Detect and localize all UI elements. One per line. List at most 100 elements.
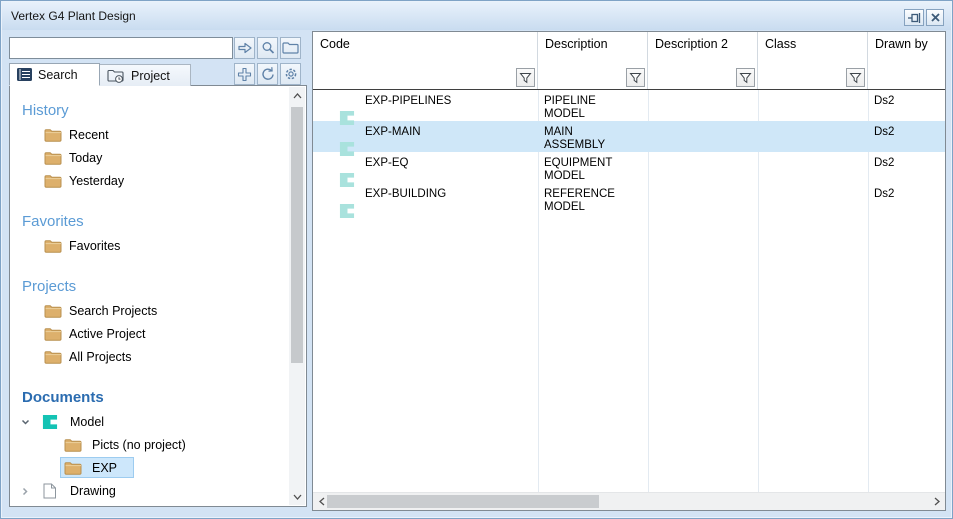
cell-class: [758, 152, 868, 183]
tree-item-favorites[interactable]: Favorites: [10, 235, 289, 258]
model-light-icon: [339, 141, 355, 157]
tree-item-exp[interactable]: EXP: [10, 457, 289, 480]
tree-item-picts-no-project-[interactable]: Picts (no project): [10, 434, 289, 457]
panel-tabs: SearchProject: [9, 63, 191, 86]
tree-item-search-projects[interactable]: Search Projects: [10, 300, 289, 323]
pin-icon: [907, 12, 921, 24]
folder-icon: [64, 460, 82, 475]
table-row[interactable]: EXP-PIPELINES PIPELINE MODEL Ds2: [313, 90, 945, 121]
cell-class: [758, 90, 868, 121]
filter-icon: [519, 72, 532, 84]
folder-icon: [44, 326, 62, 341]
table-row[interactable]: EXP-EQEQUIPMENT MODELDs2: [313, 152, 945, 183]
column-label: Drawn by: [875, 37, 928, 51]
tree-item-drawing[interactable]: Drawing: [10, 480, 289, 503]
go-button[interactable]: [234, 37, 255, 59]
tree-item-label: Picts (no project): [92, 438, 186, 452]
tree-section-favorites: FavoritesFavorites: [10, 211, 289, 258]
folder-icon: [64, 437, 82, 452]
filter-button[interactable]: [516, 68, 535, 87]
table-row[interactable]: EXP-MAINMAIN ASSEMBLYDs2: [313, 121, 945, 152]
cell-drawn-by: Ds2: [868, 121, 945, 152]
cell-description-2: [648, 152, 758, 183]
model-icon: [42, 414, 58, 430]
tree-section-documents: Documents Model Picts (no project) EXP Drawi…: [10, 387, 289, 503]
folder-icon: [44, 303, 62, 318]
section-header: Documents: [10, 387, 289, 411]
scrollbar-thumb[interactable]: [327, 495, 599, 508]
filter-button[interactable]: [846, 68, 865, 87]
filter-button[interactable]: [736, 68, 755, 87]
column-label: Code: [320, 37, 350, 51]
column-header-description-2[interactable]: Description 2: [648, 32, 758, 89]
tree-item-label: EXP: [92, 461, 117, 475]
filter-button[interactable]: [626, 68, 645, 87]
cell-code: EXP-EQ: [365, 157, 408, 169]
table-header: Code Description Description 2 Class Drawn b…: [313, 32, 945, 90]
tree-item-label: Recent: [69, 128, 109, 142]
cell-code: EXP-MAIN: [365, 126, 421, 138]
open-folder-button[interactable]: [280, 37, 301, 59]
table-horizontal-scrollbar[interactable]: [313, 492, 945, 510]
close-window-button[interactable]: [926, 9, 944, 26]
column-label: Description 2: [655, 37, 728, 51]
tree-item-label: All Projects: [69, 350, 132, 364]
cell-drawn-by: Ds2: [868, 152, 945, 183]
tree-item-label: Search Projects: [69, 304, 157, 318]
cell-description-2: [648, 90, 758, 121]
column-header-class[interactable]: Class: [758, 32, 868, 89]
tree-section-projects: Projects Search Projects Active Project All…: [10, 276, 289, 369]
filter-icon: [629, 72, 642, 84]
filter-icon: [739, 72, 752, 84]
cell-code: EXP-PIPELINES: [365, 95, 451, 107]
tree-item-today[interactable]: Today: [10, 147, 289, 170]
tree-item-active-project[interactable]: Active Project: [10, 323, 289, 346]
tab-project[interactable]: Project: [100, 64, 191, 86]
search-button[interactable]: [257, 37, 278, 59]
cell-code: EXP-BUILDING: [365, 188, 446, 200]
scroll-up-icon[interactable]: [289, 87, 305, 104]
navigation-panel: SearchProject History Recent Today Yesterda…: [7, 31, 309, 509]
scroll-down-icon[interactable]: [289, 488, 305, 505]
column-header-description[interactable]: Description: [538, 32, 648, 89]
column-header-drawn-by[interactable]: Drawn by: [868, 32, 945, 89]
settings-button[interactable]: [280, 63, 301, 85]
tree-item-label: Today: [69, 151, 102, 165]
section-header: Projects: [10, 276, 289, 300]
drawing-icon: [42, 483, 57, 499]
tab-search[interactable]: Search: [9, 63, 100, 86]
tree-item-all-projects[interactable]: All Projects: [10, 346, 289, 369]
close-icon: [930, 12, 941, 23]
cell-drawn-by: Ds2: [868, 183, 945, 214]
scrollbar-thumb[interactable]: [291, 107, 303, 363]
add-button[interactable]: [234, 63, 255, 85]
settings-icon: [283, 66, 299, 82]
navigation-tree: History Recent Today Yesterday FavoritesFavo…: [9, 85, 307, 507]
cell-class: [758, 121, 868, 152]
tree-item-label: Model: [70, 415, 104, 429]
column-label: Class: [765, 37, 796, 51]
tree-item-label: Yesterday: [69, 174, 124, 188]
scroll-right-icon[interactable]: [928, 493, 945, 510]
cell-description: PIPELINE MODEL: [538, 90, 648, 121]
section-header: History: [10, 100, 289, 124]
pin-window-button[interactable]: [904, 9, 924, 26]
tree-item-yesterday[interactable]: Yesterday: [10, 170, 289, 193]
tree-vertical-scrollbar[interactable]: [289, 87, 305, 505]
refresh-button[interactable]: [257, 63, 278, 85]
chevron-down-icon[interactable]: [20, 417, 31, 427]
tree-item-model[interactable]: Model: [10, 411, 289, 434]
folder-icon: [44, 349, 62, 364]
column-header-code[interactable]: Code: [313, 32, 538, 89]
add-icon: [237, 67, 252, 82]
cell-drawn-by: Ds2: [868, 90, 945, 121]
refresh-icon: [260, 66, 276, 82]
tree-item-recent[interactable]: Recent: [10, 124, 289, 147]
chevron-right-icon[interactable]: [20, 486, 30, 497]
title-bar[interactable]: Vertex G4 Plant Design: [2, 2, 951, 30]
folder-icon: [44, 127, 62, 142]
tree-item-label: Favorites: [69, 239, 120, 253]
cell-description-2: [648, 183, 758, 214]
search-input[interactable]: [9, 37, 233, 59]
table-row[interactable]: EXP-BUILDINGREFERENCE MODELDs2: [313, 183, 945, 214]
